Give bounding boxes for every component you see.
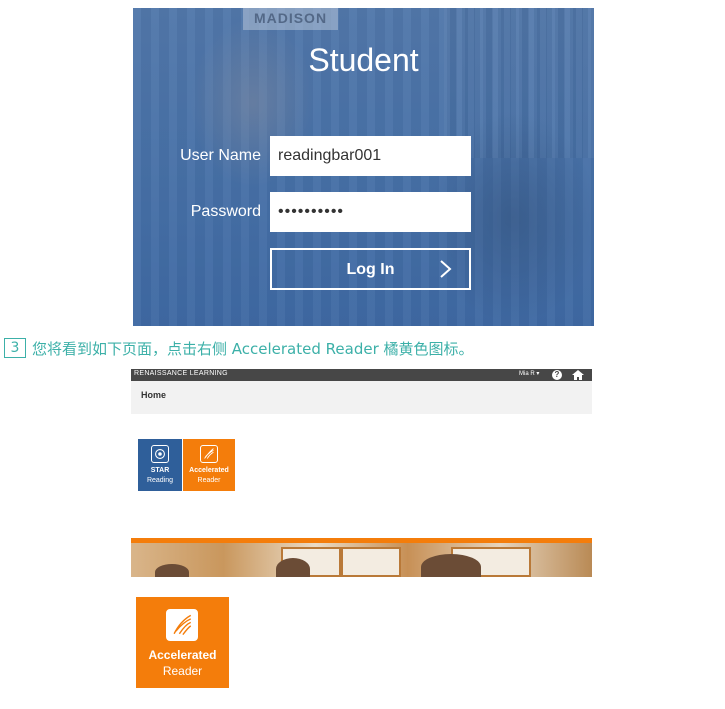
student-login-panel: MADISON Student User Name Password Log I… xyxy=(133,8,594,326)
step-number: 3 xyxy=(4,338,26,358)
home-icon[interactable] xyxy=(572,370,584,380)
accelerated-reader-large-title: Accelerated xyxy=(148,648,217,662)
accelerated-reader-large-tile[interactable]: Accelerated Reader xyxy=(136,597,229,688)
home-header: Home xyxy=(131,381,592,414)
student-head xyxy=(276,558,310,577)
user-menu[interactable]: Mia R ▾ xyxy=(519,370,539,377)
chevron-right-icon xyxy=(440,260,452,278)
renaissance-logo: RENAISSANCE LEARNING xyxy=(134,370,228,377)
star-reading-title: STAR xyxy=(150,467,170,474)
accelerated-reader-title: Accelerated xyxy=(189,467,229,474)
login-button[interactable]: Log In xyxy=(270,248,471,290)
home-title: Home xyxy=(141,390,167,400)
student-head xyxy=(155,564,189,577)
classroom-banner xyxy=(131,538,592,577)
instruction-line: 3 您将看到如下页面，点击右侧 Accelerated Reader 橘黄色图标… xyxy=(4,337,474,359)
student-head xyxy=(421,554,481,577)
password-input[interactable] xyxy=(270,192,471,232)
login-title: Student xyxy=(308,42,419,78)
background-sign: MADISON xyxy=(243,8,338,30)
password-label: Password xyxy=(190,203,261,220)
accelerated-reader-icon xyxy=(166,609,198,641)
accelerated-reader-large-subtitle: Reader xyxy=(162,664,203,678)
accelerated-reader-subtitle: Reader xyxy=(197,477,221,484)
window-middle xyxy=(341,547,401,577)
accelerated-reader-icon xyxy=(200,445,218,463)
star-reading-icon xyxy=(151,445,169,463)
username-input[interactable] xyxy=(270,136,471,176)
renaissance-topbar: RENAISSANCE LEARNING Mia R ▾ ? xyxy=(131,369,592,381)
star-reading-subtitle: Reading xyxy=(146,477,174,484)
instruction-text: 您将看到如下页面，点击右侧 Accelerated Reader 橘黄色图标。 xyxy=(32,339,474,358)
star-reading-tile[interactable]: STAR Reading xyxy=(138,439,182,491)
help-icon[interactable]: ? xyxy=(552,370,562,380)
accelerated-reader-tile[interactable]: Accelerated Reader xyxy=(183,439,235,491)
username-label: User Name xyxy=(180,147,261,164)
